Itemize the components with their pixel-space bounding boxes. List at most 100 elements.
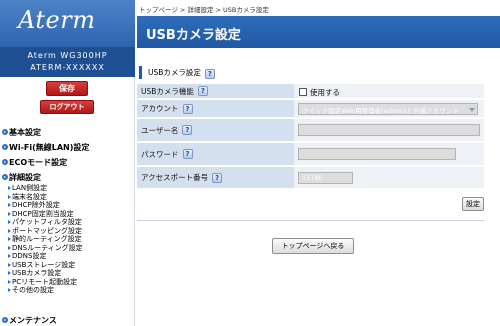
- sidebar-item-label: パケットフィルタ設定: [12, 218, 82, 226]
- label-text: USBカメラ機能: [141, 86, 194, 96]
- nav-arrow-icon: [2, 159, 8, 165]
- account-select[interactable]: クイック設定Web用管理者(admin)と共通アカウント: [298, 103, 478, 115]
- page-title: USBカメラ設定: [146, 28, 241, 43]
- help-icon[interactable]: ?: [204, 69, 215, 79]
- model-name: Aterm WG300HP: [27, 51, 108, 60]
- row-label: ユーザー名?: [137, 119, 294, 141]
- username-input[interactable]: [298, 124, 480, 136]
- form-row-password: パスワード?: [137, 143, 484, 166]
- logout-button[interactable]: ログアウト: [40, 100, 94, 114]
- sidebar-item-label: USBストレージ設定: [12, 260, 76, 269]
- back-to-top-button[interactable]: トップページへ戻る: [272, 238, 354, 254]
- chevron-down-icon: [469, 108, 475, 112]
- form-row-access-port: アクセスポート番号? 15790: [137, 167, 484, 189]
- form-row-account: アカウント? クイック設定Web用管理者(admin)と共通アカウント: [137, 100, 484, 118]
- account-select-value: クイック設定Web用管理者(admin)と共通アカウント: [302, 107, 459, 115]
- nav-basic-settings[interactable]: 基本設定: [2, 128, 41, 138]
- row-value: クイック設定Web用管理者(admin)と共通アカウント: [294, 100, 484, 117]
- model-info: Aterm WG300HP ATERM-XXXXXX: [0, 47, 135, 77]
- sidebar-item-dns-routing[interactable]: DNSルーティング設定: [8, 244, 83, 252]
- label-text: アクセスポート番号: [141, 173, 209, 182]
- nav-wifi-settings[interactable]: Wi-Fi(無線LAN)設定: [2, 143, 89, 153]
- logo-area: Aterm: [0, 0, 135, 47]
- nav-arrow-icon: [2, 144, 8, 150]
- bullet-icon: [8, 186, 11, 190]
- sidebar-item-label: DNSルーティング設定: [12, 243, 83, 252]
- bullet-icon: [8, 288, 11, 292]
- nav-arrow-icon: [2, 129, 8, 135]
- bullet-icon: [8, 254, 11, 258]
- row-label: USBカメラ機能?: [137, 84, 294, 98]
- nav-eco-mode[interactable]: ECOモード設定: [2, 158, 67, 168]
- checkbox-label: 使用する: [310, 88, 340, 97]
- password-input[interactable]: [298, 148, 456, 160]
- sidebar-item-label: ポートマッピング設定: [12, 226, 82, 235]
- sidebar-item-static-routing[interactable]: 静的ルーティング設定: [8, 235, 82, 243]
- bullet-icon: [8, 194, 11, 199]
- sidebar-item-pc-remote-wake[interactable]: PCリモート起動設定: [8, 278, 77, 286]
- nav-label: 詳細設定: [9, 173, 41, 182]
- sidebar-item-label: PCリモート起動設定: [12, 277, 78, 286]
- nav-maintenance[interactable]: メンテナンス: [2, 316, 57, 326]
- row-value: 15790: [294, 167, 484, 188]
- nav-label: ECOモード設定: [9, 158, 68, 167]
- nav-arrow-icon: [2, 317, 8, 323]
- row-value: [294, 143, 484, 165]
- help-icon[interactable]: ?: [212, 172, 223, 183]
- nav-label: メンテナンス: [9, 316, 57, 325]
- bullet-icon: [8, 220, 11, 224]
- section-title-text: USBカメラ設定: [148, 68, 201, 77]
- bullet-icon: [8, 203, 11, 207]
- sidebar-item-usb-camera[interactable]: USBカメラ設定: [8, 269, 61, 277]
- help-icon[interactable]: ?: [182, 125, 193, 135]
- row-value: [294, 119, 484, 141]
- sidebar-item-other[interactable]: その他の設定: [8, 286, 54, 294]
- sidebar-item-dhcp-fixed[interactable]: DHCP固定割当設定: [8, 210, 74, 218]
- divider: [137, 220, 484, 221]
- row-label: アカウント?: [137, 100, 294, 117]
- row-label: パスワード?: [137, 143, 294, 165]
- form-row-usb-camera: USBカメラ機能? 使用する: [137, 84, 484, 99]
- label-text: ユーザー名: [141, 125, 179, 135]
- save-button[interactable]: 保存: [46, 81, 88, 96]
- help-icon[interactable]: ?: [182, 149, 193, 159]
- sidebar-item-label: DHCP除外設定: [12, 201, 60, 209]
- nav-advanced-settings[interactable]: 詳細設定: [2, 173, 41, 183]
- sidebar-item-label: DDNS設定: [12, 252, 47, 260]
- bullet-icon: [8, 245, 11, 250]
- sidebar-item-label: DHCP固定割当設定: [12, 209, 74, 218]
- label-text: パスワード: [141, 149, 179, 159]
- access-port-input[interactable]: 15790: [298, 172, 353, 184]
- sidebar-item-usb-storage[interactable]: USBストレージ設定: [8, 261, 75, 269]
- sidebar-item-dhcp-exclude[interactable]: DHCP除外設定: [8, 201, 60, 209]
- breadcrumb[interactable]: トップページ > 詳細設定 > USBカメラ設定: [139, 4, 269, 14]
- bullet-icon: [8, 211, 11, 216]
- label-text: アカウント: [141, 104, 179, 113]
- sidebar-item-device-name[interactable]: 端末名設定: [8, 193, 47, 201]
- sidebar-item-label: 端末名設定: [12, 192, 47, 201]
- set-button[interactable]: 設定: [462, 197, 484, 211]
- bullet-icon: [8, 271, 11, 275]
- bullet-icon: [8, 228, 11, 233]
- usb-camera-checkbox[interactable]: [299, 88, 307, 96]
- sidebar-item-packet-filter[interactable]: パケットフィルタ設定: [8, 218, 82, 226]
- sidebar-item-label: USBカメラ設定: [12, 269, 62, 277]
- sidebar-item-label: LAN側設定: [12, 184, 48, 192]
- bullet-icon: [8, 262, 11, 267]
- aterm-logo: Aterm: [18, 6, 96, 34]
- nav-label: Wi-Fi(無線LAN)設定: [9, 143, 90, 152]
- form-row-username: ユーザー名?: [137, 119, 484, 142]
- row-value: 使用する: [294, 84, 484, 98]
- section-title: USBカメラ設定?: [139, 66, 215, 79]
- sidebar-item-lan[interactable]: LAN側設定: [8, 184, 47, 192]
- sidebar: Aterm Aterm WG300HP ATERM-XXXXXX 保存 ログアウ…: [0, 0, 135, 326]
- nav-label: 基本設定: [9, 128, 41, 137]
- help-icon[interactable]: ?: [197, 86, 208, 96]
- access-port-value: 15790: [302, 174, 323, 182]
- title-bar: USBカメラ設定: [137, 16, 500, 48]
- help-icon[interactable]: ?: [182, 103, 193, 114]
- sidebar-item-ddns[interactable]: DDNS設定: [8, 252, 46, 260]
- sidebar-item-label: 静的ルーティング設定: [12, 235, 82, 243]
- bullet-icon: [8, 237, 11, 241]
- sidebar-item-port-mapping[interactable]: ポートマッピング設定: [8, 227, 82, 235]
